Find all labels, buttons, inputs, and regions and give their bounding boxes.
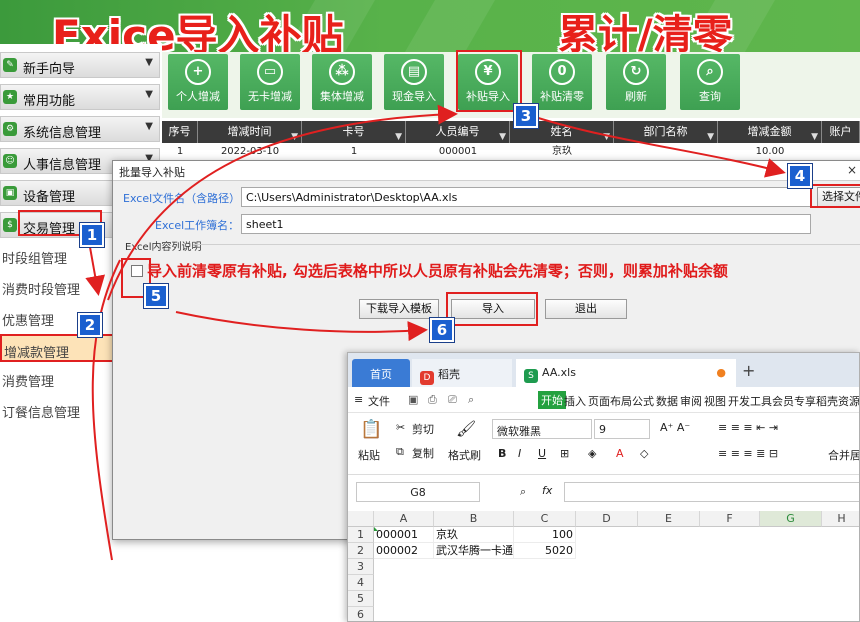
step-badge: 3: [514, 104, 538, 128]
step-badge: 1: [80, 223, 104, 247]
step-badge: 4: [788, 164, 812, 188]
arrow-3-to-4: [519, 111, 786, 178]
arrow-5-to-6: [175, 311, 428, 342]
arrow-left-curve: [91, 259, 121, 561]
annotation-arrows: [85, 104, 786, 561]
step-badge: 6: [430, 318, 454, 342]
step-badge: 2: [78, 313, 102, 337]
arrow-2-to-3: [107, 104, 458, 301]
step-badge: 5: [144, 284, 168, 308]
